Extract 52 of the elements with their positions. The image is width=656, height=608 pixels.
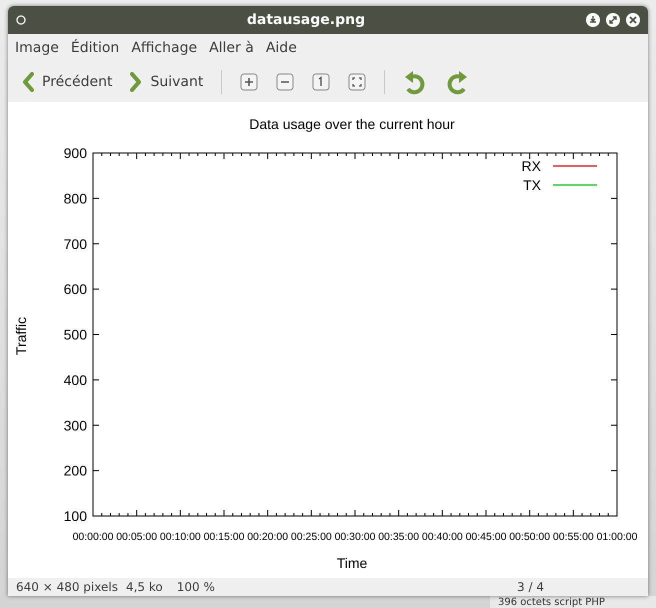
chevron-right-icon xyxy=(130,72,142,92)
zoom-out-icon xyxy=(276,73,294,91)
chevron-left-icon xyxy=(22,72,34,92)
next-button[interactable]: Suivant xyxy=(124,68,210,96)
close-icon[interactable] xyxy=(626,13,640,27)
fit-icon xyxy=(348,73,366,91)
x-axis-label: Time xyxy=(336,555,368,571)
maximize-icon[interactable] xyxy=(606,13,620,27)
y-tick-label: 700 xyxy=(64,236,87,252)
y-tick-label: 100 xyxy=(64,508,87,524)
x-tick-label: 00:40:00 xyxy=(422,531,463,543)
menu-item[interactable]: Image xyxy=(10,40,64,56)
previous-button[interactable]: Précédent xyxy=(16,68,118,96)
x-tick-label: 00:25:00 xyxy=(290,531,332,543)
x-tick-label: 00:50:00 xyxy=(509,531,550,543)
x-tick-label: 00:45:00 xyxy=(466,531,506,543)
x-tick-label: 00:00:00 xyxy=(72,531,114,543)
x-tick-label: 00:20:00 xyxy=(247,531,288,543)
y-tick-label: 200 xyxy=(64,462,87,479)
menu-item[interactable]: Édition xyxy=(66,40,124,56)
image-position: 3 / 4 xyxy=(517,580,544,594)
rotate-right-icon xyxy=(445,69,470,95)
x-tick-label: 00:35:00 xyxy=(378,531,420,543)
x-tick-label: 00:05:00 xyxy=(116,531,158,543)
legend-label: TX xyxy=(523,177,541,193)
y-tick-label: 600 xyxy=(64,281,87,298)
x-tick-label: 00:30:00 xyxy=(334,531,376,543)
y-axis-label: Traffic xyxy=(13,316,29,356)
zoom-level: 100 % xyxy=(176,580,215,594)
minimize-icon[interactable] xyxy=(586,13,600,27)
x-tick-label: 01:00:00 xyxy=(596,531,638,543)
menu-item[interactable]: Aide xyxy=(260,40,302,56)
window-menu-icon[interactable] xyxy=(16,15,26,25)
zoom-in-icon xyxy=(240,73,258,91)
y-tick-label: 400 xyxy=(64,372,87,388)
y-tick-label: 300 xyxy=(64,417,87,434)
window-title: datausage.png xyxy=(246,12,366,28)
menu-item[interactable]: Aller à xyxy=(204,40,259,56)
x-tick-label: 00:10:00 xyxy=(160,531,201,543)
menu-item[interactable]: Affichage xyxy=(126,40,202,56)
chart-title: Data usage over the current hour xyxy=(249,116,455,132)
x-tick-label: 00:15:00 xyxy=(204,531,244,543)
legend-label: RX xyxy=(522,158,541,174)
normal-size-icon xyxy=(312,73,330,91)
y-tick-label: 500 xyxy=(64,326,87,342)
background-text: 396 octets script PHP xyxy=(498,596,605,608)
file-size: 4,5 ko xyxy=(126,580,163,594)
image-dimensions: 640 × 480 pixels xyxy=(16,580,118,594)
y-tick-label: 800 xyxy=(64,190,87,206)
rotate-left-icon xyxy=(403,69,428,95)
x-tick-label: 00:55:00 xyxy=(552,531,594,543)
y-tick-label: 900 xyxy=(64,145,87,161)
